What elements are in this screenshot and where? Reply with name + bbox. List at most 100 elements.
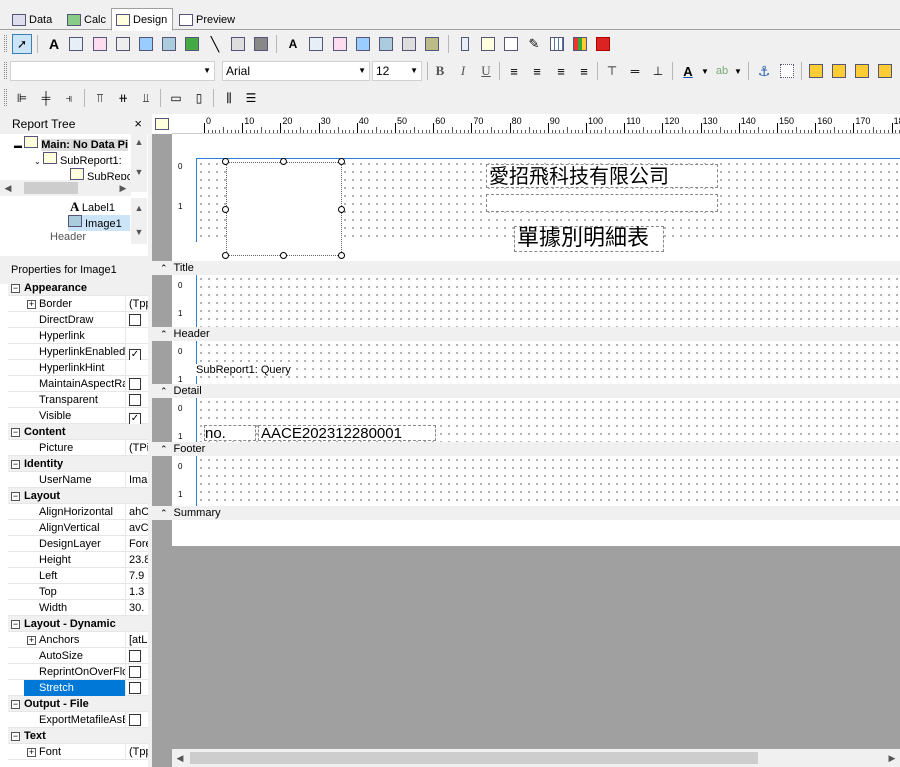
bring-front-icon[interactable] [806, 61, 826, 81]
property-row[interactable]: Top 1.3 [8, 584, 148, 600]
property-checkbox[interactable] [129, 392, 149, 409]
font-size-select[interactable]: 12 ▼ [372, 61, 422, 81]
size-height-icon[interactable]: ☰ [241, 88, 261, 108]
brush-tool-icon[interactable]: ✎ [524, 34, 544, 54]
send-backward-icon[interactable] [875, 61, 895, 81]
footer-band-bar[interactable]: ⌃ Footer [152, 442, 900, 456]
property-row[interactable]: AutoSize [8, 648, 148, 664]
close-icon[interactable]: × [134, 114, 142, 134]
pagebreak-tool-icon[interactable] [501, 34, 521, 54]
barcode-tool-icon[interactable] [228, 34, 248, 54]
align-bottoms-icon[interactable]: ⫫ [136, 88, 156, 108]
border-icon[interactable] [777, 61, 797, 81]
align-centers-icon[interactable]: ╪ [36, 88, 56, 108]
checked-icon[interactable]: ✓ [129, 349, 141, 360]
detail-no-label[interactable]: no. [204, 425, 256, 441]
detail-band-area[interactable]: 01 [172, 341, 900, 384]
image-tool-icon[interactable] [159, 34, 179, 54]
property-row[interactable]: Visible ✓ [8, 408, 148, 424]
property-row[interactable]: Transparent [8, 392, 148, 408]
align-left-icon[interactable]: ≡ [504, 61, 524, 81]
valign-bottom-icon[interactable]: ⊥ [648, 61, 668, 81]
property-row[interactable]: Hyperlink [8, 328, 148, 344]
bold-button[interactable]: B [430, 61, 450, 81]
property-category[interactable]: − Content [8, 424, 148, 440]
property-checkbox[interactable] [129, 648, 149, 665]
font-name-select[interactable]: Arial ▼ [222, 61, 370, 81]
dbcalc-tool-icon[interactable] [353, 34, 373, 54]
detail-value-field[interactable]: AACE202312280001 [258, 425, 436, 441]
property-row[interactable]: +Border(Tpp [8, 296, 149, 312]
tab-design[interactable]: Design [111, 8, 173, 31]
property-value[interactable]: ahC [129, 504, 149, 520]
property-value[interactable]: 1.3 [129, 584, 149, 600]
property-row[interactable]: HyperlinkHint [8, 360, 148, 376]
underline-button[interactable]: U [476, 61, 496, 81]
subreport-tool-icon[interactable] [478, 34, 498, 54]
crosstab-tool-icon[interactable] [547, 34, 567, 54]
property-value[interactable]: Fore [129, 536, 149, 552]
dbbarcode-tool-icon[interactable] [399, 34, 419, 54]
font-color-icon[interactable]: A [678, 61, 698, 81]
property-row[interactable]: Stretch [8, 680, 148, 696]
valign-middle-icon[interactable]: ═ [625, 61, 645, 81]
property-row[interactable]: DesignLayerFore [8, 536, 149, 552]
property-checkbox[interactable]: ✓ [129, 408, 149, 424]
property-checkbox[interactable]: ✓ [129, 344, 149, 360]
property-checkbox[interactable] [129, 312, 149, 329]
property-value[interactable]: Ima [129, 472, 149, 488]
property-value[interactable]: [atL [129, 632, 149, 648]
tree-item-main[interactable]: ▬ Main: No Data Pi [14, 136, 130, 152]
property-checkbox[interactable] [129, 712, 149, 729]
property-value[interactable]: 30. [129, 600, 149, 616]
checked-icon[interactable]: ✓ [129, 413, 141, 424]
unchecked-icon[interactable] [129, 682, 141, 694]
property-category[interactable]: − Output - File [8, 696, 148, 712]
property-row[interactable]: HyperlinkEnabled ✓ [8, 344, 148, 360]
align-tops-icon[interactable]: ⫪ [90, 88, 110, 108]
dbqrcode-tool-icon[interactable] [422, 34, 442, 54]
ruler-corner-icon[interactable] [152, 114, 172, 134]
anchor-icon[interactable]: ⚓ [754, 61, 774, 81]
property-category[interactable]: − Appearance [8, 280, 148, 296]
space-vertical-icon[interactable]: ▯ [189, 88, 209, 108]
property-value[interactable]: (TPi [129, 440, 149, 456]
title-band-bar[interactable]: ⌃ Title [152, 261, 900, 275]
property-category[interactable]: − Identity [8, 456, 148, 472]
property-row[interactable]: DirectDraw [8, 312, 148, 328]
property-checkbox[interactable] [129, 664, 149, 681]
component-selector[interactable]: ▼ [10, 61, 215, 81]
title-band[interactable]: 0 1 愛招飛科技有限公司 單據別明細表 [172, 134, 900, 259]
property-value[interactable]: (Tpp [129, 296, 149, 312]
designer-hscrollbar[interactable]: ◀ ▶ [172, 749, 900, 767]
unchecked-icon[interactable] [129, 666, 141, 678]
company-name-label[interactable]: 愛招飛科技有限公司 [486, 164, 718, 188]
property-row[interactable]: ReprintOnOverFlo [8, 664, 148, 680]
highlight-dropdown-icon[interactable]: ▼ [733, 61, 743, 81]
property-value[interactable]: (Tpp [129, 744, 149, 760]
property-category[interactable]: − Text [8, 728, 148, 744]
richtext-tool-icon[interactable] [90, 34, 110, 54]
header-band-area[interactable]: 01 [172, 275, 900, 327]
unchecked-icon[interactable] [129, 394, 141, 406]
property-row[interactable]: MaintainAspectRat [8, 376, 148, 392]
label-tool-icon[interactable]: A [44, 34, 64, 54]
dbrichtext-tool-icon[interactable] [330, 34, 350, 54]
tab-calc[interactable]: Calc [63, 9, 110, 30]
empty-label[interactable] [486, 194, 718, 212]
systemvar-tool-icon[interactable] [113, 34, 133, 54]
select-arrow-icon[interactable]: ➚ [12, 34, 32, 54]
detail-band-bar[interactable]: ⌃ Detail [152, 384, 900, 398]
dblabel-tool-icon[interactable]: A [283, 34, 303, 54]
property-row[interactable]: ExportMetafileAsB [8, 712, 148, 728]
align-lefts-icon[interactable]: ⊫ [12, 88, 32, 108]
property-category[interactable]: − Layout - Dynamic [8, 616, 148, 632]
header-band-bar[interactable]: ⌃ Header [152, 327, 900, 341]
tree-scrollbar-top[interactable]: ▲ ▼ [131, 134, 147, 192]
tree-hscrollbar[interactable]: ◀ ▶ [0, 180, 131, 196]
property-value[interactable]: avC [129, 520, 149, 536]
report-title-label[interactable]: 單據別明細表 [514, 226, 664, 252]
valign-top-icon[interactable]: ⊤ [602, 61, 622, 81]
dbimage-tool-icon[interactable] [376, 34, 396, 54]
tree-item-image1[interactable]: Image1 [68, 215, 130, 231]
